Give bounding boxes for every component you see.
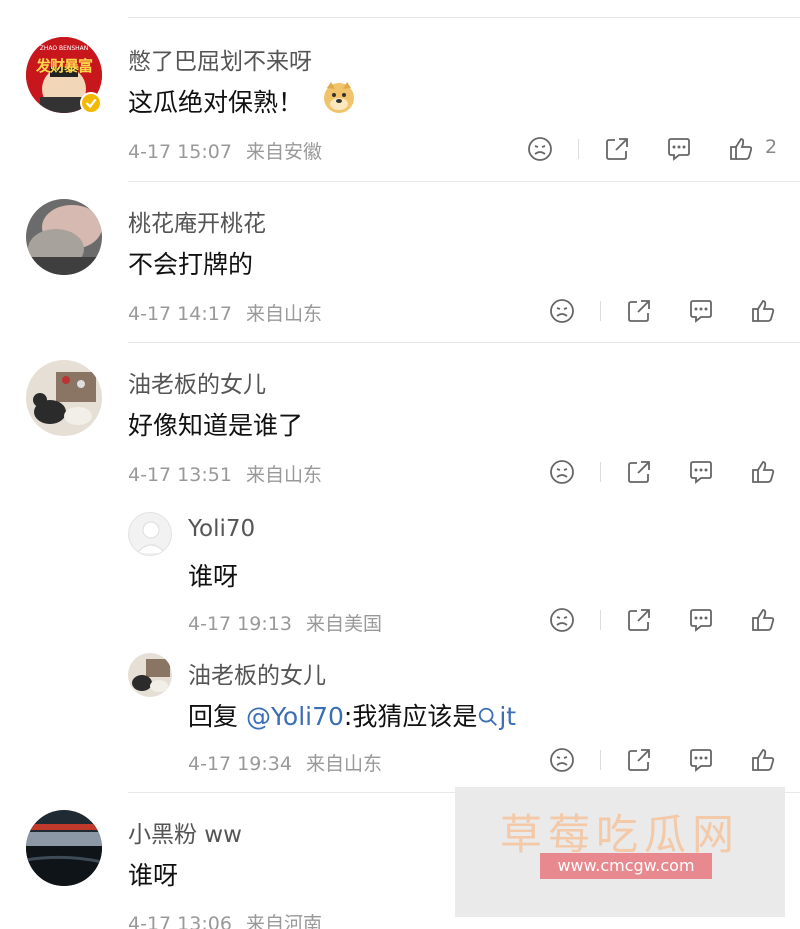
comment-text: 谁呀 [128,861,179,890]
action-separator [600,610,601,630]
like-button[interactable] [748,296,778,326]
comment-actions: 2 [0,134,800,164]
reply-author[interactable]: Yoli70 [188,516,255,542]
like-button[interactable] [748,605,778,635]
comment-actions [0,457,800,487]
comment-actions [0,296,800,326]
comment-location: 来自河南 [245,913,322,929]
reply-author[interactable]: 油老板的女儿 [188,656,326,690]
dislike-button[interactable] [547,296,577,326]
like-button[interactable] [748,457,778,487]
reply-button[interactable] [686,457,716,487]
action-separator [600,301,601,321]
comment-author[interactable]: 桃花庵开桃花 [128,204,266,238]
action-separator [578,139,579,159]
action-separator [600,462,601,482]
reply-actions [0,745,800,775]
share-button[interactable] [624,745,654,775]
comment-text: 不会打牌的 [128,250,254,279]
share-button[interactable] [602,134,632,164]
like-button[interactable] [726,134,756,164]
watermark: 草莓吃瓜网 www.cmcgw.com [455,787,785,917]
avatar[interactable] [128,512,172,556]
action-separator [600,750,601,770]
comment-meta: 4-17 13:06 来自河南 [128,909,322,929]
share-button[interactable] [624,605,654,635]
reply-actions [0,605,800,635]
doge-emoji-icon [322,80,356,114]
comment-author[interactable]: 油老板的女儿 [128,365,266,399]
mention-link[interactable]: @Yoli70 [246,702,344,731]
dislike-button[interactable] [547,605,577,635]
reply-button[interactable] [686,296,716,326]
avatar[interactable] [128,653,172,697]
comment-author[interactable]: 憋了巴屈划不来呀 [128,42,312,76]
comment-divider [128,181,800,182]
reply-button[interactable] [686,745,716,775]
avatar[interactable] [26,199,102,275]
reply-text: 回复 @Yoli70:我猜应该是 jt [188,697,516,733]
avatar-title: 发财暴富 [35,57,93,75]
search-icon [479,707,498,726]
reply-button[interactable] [686,605,716,635]
dislike-button[interactable] [547,745,577,775]
watermark-url: www.cmcgw.com [540,853,712,879]
reply-button[interactable] [664,134,694,164]
dislike-button[interactable] [547,457,577,487]
avatar[interactable] [26,810,102,886]
reply-suffix: :我猜应该是 [343,702,478,731]
comment-text: 好像知道是谁了 [128,411,304,440]
top-divider [128,17,800,18]
search-term: jt [499,702,517,731]
comment-time: 4-17 13:06 [128,913,232,929]
like-button[interactable] [748,745,778,775]
like-count: 2 [765,136,778,158]
verified-badge-icon [80,92,102,114]
share-button[interactable] [624,296,654,326]
comment-text: 这瓜绝对保熟！ [128,88,304,117]
comment-divider [128,342,800,343]
comment-author[interactable]: 小黑粉 ww [128,815,242,849]
reply-text: 谁呀 [188,562,239,591]
avatar-caption: ZHAO BENSHAN [39,45,89,52]
avatar[interactable] [26,360,102,436]
reply-prefix: 回复 [188,702,246,731]
search-link[interactable]: jt [477,702,516,731]
dislike-button[interactable] [525,134,555,164]
share-button[interactable] [624,457,654,487]
